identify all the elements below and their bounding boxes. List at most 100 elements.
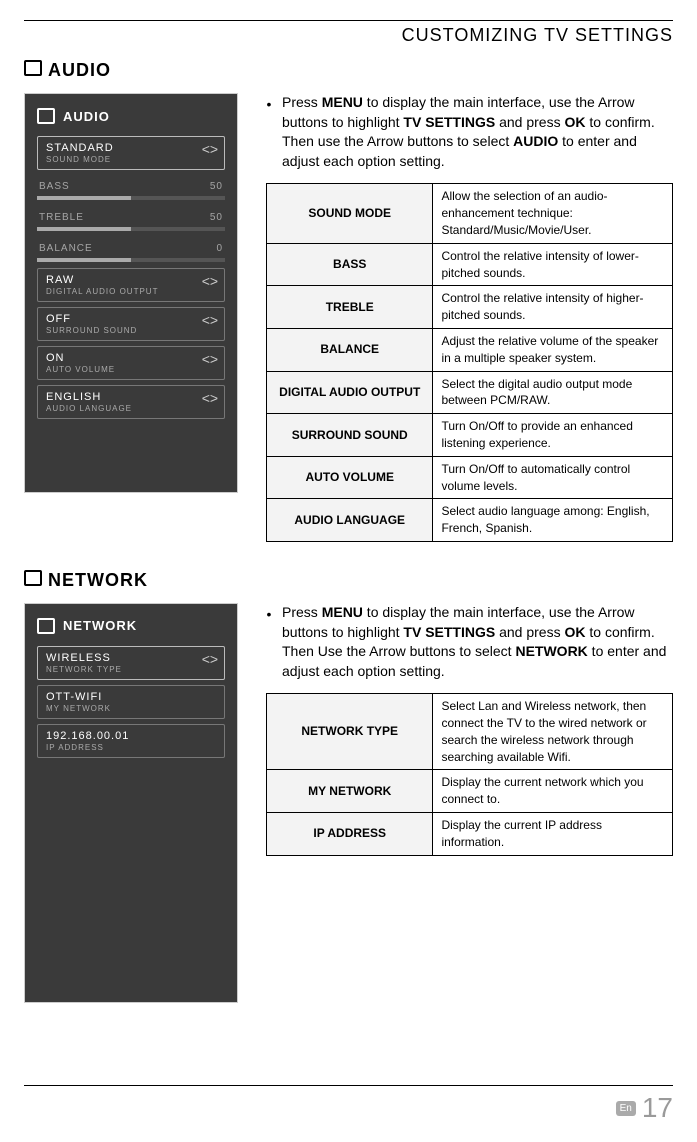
table-row: BASSControl the relative intensity of lo… [267, 243, 673, 286]
bass-label: BASS [39, 181, 70, 192]
surround-sound-item[interactable]: OFF SURROUND SOUND < > [37, 307, 225, 341]
audio-instruction: • Press MENU to display the main interfa… [266, 93, 673, 171]
audio-panel-header: AUDIO [37, 108, 225, 124]
nav-arrows-icon[interactable]: < > [202, 273, 216, 289]
table-row: SURROUND SOUNDTurn On/Off to provide an … [267, 414, 673, 457]
audio-spec-table: SOUND MODEAllow the selection of an audi… [266, 183, 673, 542]
sound-mode-value: STANDARD [46, 142, 216, 154]
cell-k: BALANCE [267, 328, 433, 371]
bullet-icon: • [266, 605, 272, 681]
cell-k: TREBLE [267, 286, 433, 329]
network-description: • Press MENU to display the main interfa… [266, 603, 673, 856]
sound-mode-item[interactable]: STANDARD SOUND MODE < > [37, 136, 225, 170]
nav-arrows-icon[interactable]: < > [202, 390, 216, 406]
tv-icon [37, 108, 55, 124]
ip-label: IP ADDRESS [46, 743, 216, 752]
table-row: MY NETWORKDisplay the current network wh… [267, 770, 673, 813]
table-row: TREBLEControl the relative intensity of … [267, 286, 673, 329]
section-title-audio: AUDIO [24, 60, 673, 81]
network-block: NETWORK WIRELESS NETWORK TYPE < > OTT-WI… [24, 603, 673, 1003]
cell-v: Display the current network which you co… [433, 770, 673, 813]
ntype-value: WIRELESS [46, 652, 216, 664]
treble-slider[interactable] [37, 227, 225, 231]
treble-fill [37, 227, 131, 231]
cell-k: BASS [267, 243, 433, 286]
page-number-block: En 17 [24, 1092, 673, 1124]
section-title-audio-text: AUDIO [48, 60, 111, 80]
cell-v: Control the relative intensity of lower-… [433, 243, 673, 286]
lang-label: AUDIO LANGUAGE [46, 404, 216, 413]
network-instruction: • Press MENU to display the main interfa… [266, 603, 673, 681]
mynet-value: OTT-WIFI [46, 691, 216, 703]
section-title-network: NETWORK [24, 570, 673, 591]
dao-value: RAW [46, 274, 216, 286]
cell-k: IP ADDRESS [267, 813, 433, 856]
table-row: DIGITAL AUDIO OUTPUTSelect the digital a… [267, 371, 673, 414]
network-panel-title: NETWORK [63, 618, 137, 633]
nav-arrows-icon[interactable]: < > [202, 351, 216, 367]
cell-k: NETWORK TYPE [267, 694, 433, 770]
surround-value: OFF [46, 313, 216, 325]
bass-slider[interactable] [37, 196, 225, 200]
page-footer: En 17 [24, 1085, 673, 1124]
treble-row[interactable]: TREBLE 50 [37, 206, 225, 225]
ip-value: 192.168.00.01 [46, 730, 216, 742]
balance-fill [37, 258, 131, 262]
page-header-title: CUSTOMIZING TV SETTINGS [24, 21, 673, 52]
balance-value: 0 [216, 243, 223, 254]
sound-mode-label: SOUND MODE [46, 155, 216, 164]
digital-audio-output-item[interactable]: RAW DIGITAL AUDIO OUTPUT < > [37, 268, 225, 302]
cell-v: Turn On/Off to automatically control vol… [433, 456, 673, 499]
autovol-value: ON [46, 352, 216, 364]
network-panel-header: NETWORK [37, 618, 225, 634]
table-row: BALANCEAdjust the relative volume of the… [267, 328, 673, 371]
bass-row[interactable]: BASS 50 [37, 175, 225, 194]
cell-v: Turn On/Off to provide an enhanced liste… [433, 414, 673, 457]
nav-arrows-icon[interactable]: < > [202, 312, 216, 328]
bass-fill [37, 196, 131, 200]
audio-instruction-text: Press MENU to display the main interface… [282, 93, 673, 171]
cell-k: SURROUND SOUND [267, 414, 433, 457]
surround-label: SURROUND SOUND [46, 326, 216, 335]
network-type-item[interactable]: WIRELESS NETWORK TYPE < > [37, 646, 225, 680]
ip-address-item[interactable]: 192.168.00.01 IP ADDRESS [37, 724, 225, 758]
network-instruction-text: Press MENU to display the main interface… [282, 603, 673, 681]
tv-icon [24, 60, 42, 76]
cell-v: Display the current IP address informati… [433, 813, 673, 856]
cell-v: Select Lan and Wireless network, then co… [433, 694, 673, 770]
my-network-item[interactable]: OTT-WIFI MY NETWORK [37, 685, 225, 719]
bass-value: 50 [210, 181, 223, 192]
cell-v: Adjust the relative volume of the speake… [433, 328, 673, 371]
autovol-label: AUTO VOLUME [46, 365, 216, 374]
balance-slider[interactable] [37, 258, 225, 262]
lang-badge: En [616, 1101, 636, 1116]
cell-v: Control the relative intensity of higher… [433, 286, 673, 329]
cell-k: MY NETWORK [267, 770, 433, 813]
auto-volume-item[interactable]: ON AUTO VOLUME < > [37, 346, 225, 380]
cell-v: Select audio language among: English, Fr… [433, 499, 673, 542]
cell-k: SOUND MODE [267, 184, 433, 243]
audio-panel-title: AUDIO [63, 109, 110, 124]
tv-icon [37, 618, 55, 634]
table-row: NETWORK TYPESelect Lan and Wireless netw… [267, 694, 673, 770]
network-spec-table: NETWORK TYPESelect Lan and Wireless netw… [266, 693, 673, 855]
audio-language-item[interactable]: ENGLISH AUDIO LANGUAGE < > [37, 385, 225, 419]
cell-v: Select the digital audio output mode bet… [433, 371, 673, 414]
table-row: AUTO VOLUMETurn On/Off to automatically … [267, 456, 673, 499]
audio-description: • Press MENU to display the main interfa… [266, 93, 673, 542]
section-title-network-text: NETWORK [48, 570, 148, 590]
nav-arrows-icon[interactable]: < > [202, 141, 216, 157]
nav-arrows-icon[interactable]: < > [202, 651, 216, 667]
balance-label: BALANCE [39, 243, 93, 254]
cell-k: AUDIO LANGUAGE [267, 499, 433, 542]
lang-value: ENGLISH [46, 391, 216, 403]
balance-row[interactable]: BALANCE 0 [37, 237, 225, 256]
table-row: AUDIO LANGUAGESelect audio language amon… [267, 499, 673, 542]
treble-label: TREBLE [39, 212, 84, 223]
cell-v: Allow the selection of an audio-enhancem… [433, 184, 673, 243]
page: CUSTOMIZING TV SETTINGS AUDIO AUDIO STAN… [0, 0, 697, 1142]
ntype-label: NETWORK TYPE [46, 665, 216, 674]
table-row: IP ADDRESSDisplay the current IP address… [267, 813, 673, 856]
audio-block: AUDIO STANDARD SOUND MODE < > BASS 50 TR… [24, 93, 673, 542]
bullet-icon: • [266, 95, 272, 171]
